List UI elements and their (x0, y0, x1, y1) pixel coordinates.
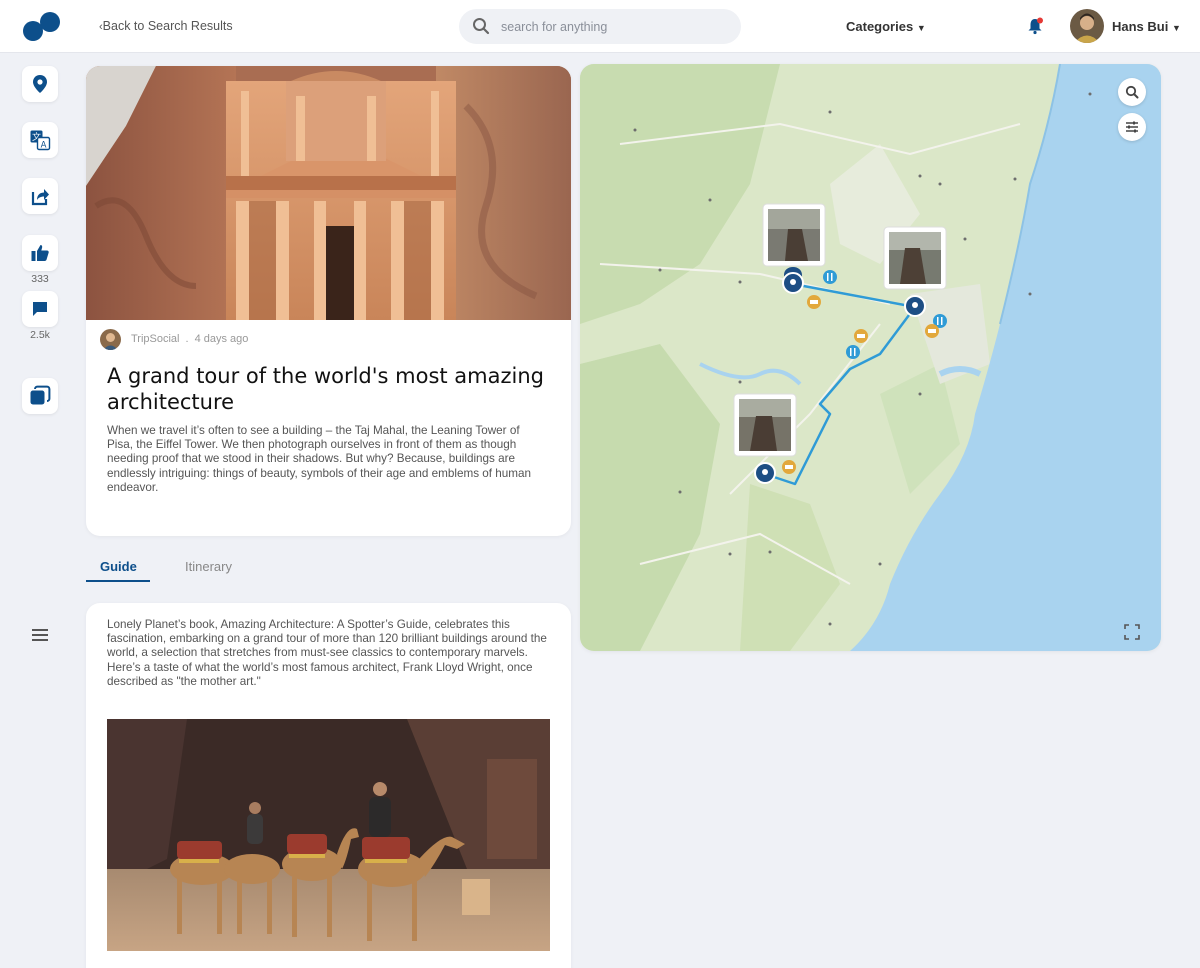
back-to-search-link[interactable]: ‹Back to Search Results (99, 19, 233, 33)
share-button[interactable] (22, 178, 58, 214)
post-author-row: TripSocial . 4 days ago (100, 328, 248, 350)
translate-icon: 文 A (30, 130, 51, 150)
svg-text:A: A (41, 140, 47, 150)
username-label: Hans Bui (1112, 19, 1169, 34)
treasury-petra-photo (86, 66, 571, 320)
notification-bell-icon[interactable] (1026, 17, 1044, 35)
post-timestamp: 4 days ago (194, 333, 249, 345)
user-menu[interactable]: Hans Bui ▼ (1112, 19, 1181, 34)
caret-down-icon: ▼ (1171, 23, 1181, 33)
meta-separator: . (185, 333, 189, 345)
post-title: A grand tour of the world's most amazing… (107, 364, 545, 414)
caret-down-icon: ▼ (916, 23, 926, 33)
map-filter-button[interactable] (1118, 113, 1146, 141)
thumbs-up-icon (31, 245, 49, 261)
menu-icon[interactable] (31, 628, 49, 642)
search-input[interactable] (501, 17, 726, 37)
top-bar: ‹Back to Search Results Categories ▼ Han… (0, 0, 1200, 53)
search-icon (473, 18, 490, 35)
author-avatar[interactable] (100, 328, 121, 350)
tab-guide[interactable]: Guide (100, 559, 137, 574)
comment-icon (33, 302, 47, 316)
fullscreen-icon[interactable] (1124, 624, 1140, 640)
app-logo[interactable] (22, 12, 62, 42)
route-map[interactable] (580, 64, 1161, 651)
comment-button[interactable] (22, 291, 58, 327)
user-avatar[interactable] (1070, 9, 1104, 43)
author-name[interactable]: TripSocial (131, 333, 180, 345)
translate-button[interactable]: 文 A (22, 122, 58, 158)
active-tab-indicator (86, 580, 150, 582)
copy-stack-icon (30, 385, 51, 405)
back-link-label: Back to Search Results (102, 19, 233, 33)
categories-label: Categories (846, 19, 914, 34)
search-icon (1125, 85, 1139, 99)
tab-itinerary[interactable]: Itinerary (185, 559, 232, 574)
likes-count: 333 (31, 273, 49, 285)
like-button[interactable] (22, 235, 58, 271)
comments-count: 2.5k (30, 329, 50, 341)
share-icon (31, 189, 49, 206)
camels-petra-photo (107, 719, 550, 951)
post-card: TripSocial . 4 days ago A grand tour of … (86, 66, 571, 536)
guide-text: Lonely Planet’s book, Amazing Architectu… (107, 618, 547, 688)
guide-card: Lonely Planet’s book, Amazing Architectu… (86, 603, 571, 968)
location-button[interactable] (22, 66, 58, 102)
map-search-button[interactable] (1118, 78, 1146, 106)
map-canvas[interactable] (580, 64, 1161, 651)
sliders-icon (1126, 121, 1138, 133)
collections-button[interactable] (22, 378, 58, 414)
search-bar[interactable] (459, 9, 741, 44)
categories-dropdown[interactable]: Categories ▼ (846, 19, 926, 34)
map-pin-icon (33, 75, 47, 93)
post-body: When we travel it’s often to see a build… (107, 424, 532, 494)
